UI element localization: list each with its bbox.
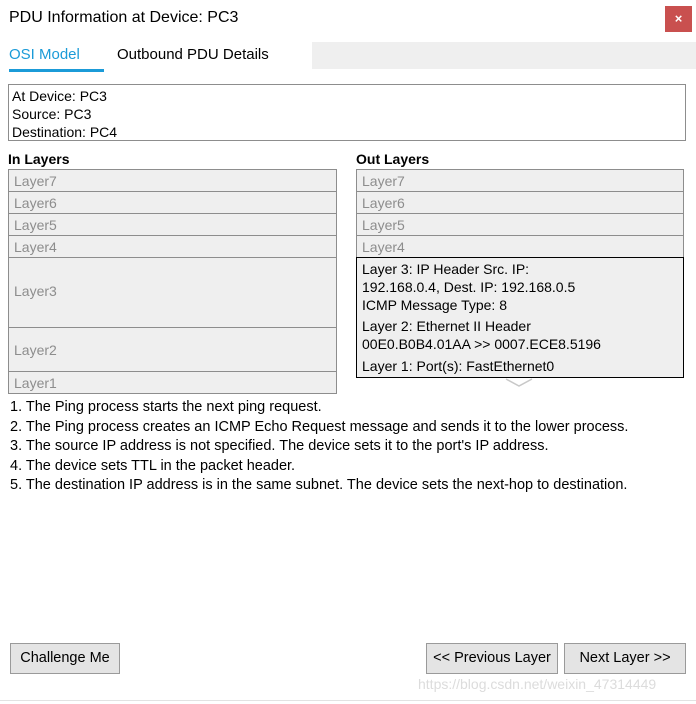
step-description-item: 2. The Ping process creates an ICMP Echo… <box>10 418 629 435</box>
in-layer-row[interactable]: Layer1 <box>8 371 337 394</box>
out-layer-row-layer2[interactable]: Layer 2: Ethernet II Header 00E0.B0B4.01… <box>356 315 684 355</box>
out-layer-line: Layer 3: IP Header Src. IP: <box>362 261 530 277</box>
in-layer-row[interactable]: Layer4 <box>8 235 337 257</box>
in-layers-list: Layer7 Layer6 Layer5 Layer4 Layer3 Layer… <box>8 169 337 394</box>
out-layers-heading: Out Layers <box>356 151 430 167</box>
info-at-device: At Device: PC3 <box>12 88 107 104</box>
out-layer-row[interactable]: Layer4 <box>356 235 684 257</box>
out-layer-line: Layer7 <box>362 173 405 189</box>
step-description-item: 1. The Ping process starts the next ping… <box>10 399 322 415</box>
step-description-item: 4. The device sets TTL in the packet hea… <box>10 457 296 474</box>
next-layer-button[interactable]: Next Layer >> <box>564 643 686 674</box>
step-description-list: 1. The Ping process starts the next ping… <box>10 398 686 496</box>
info-source: Source: PC3 <box>12 106 92 122</box>
page-title: PDU Information at Device: PC3 <box>9 9 239 26</box>
out-layer-line: Layer6 <box>362 195 405 211</box>
tab-outbound-pdu-details[interactable]: Outbound PDU Details <box>117 42 302 69</box>
out-layer-line: 00E0.B0B4.01AA >> 0007.ECE8.5196 <box>362 336 601 352</box>
previous-layer-button[interactable]: << Previous Layer <box>426 643 558 674</box>
step-description-item: 3. The source IP address is not specifie… <box>10 438 549 454</box>
out-layer-line: Layer4 <box>362 239 405 255</box>
challenge-me-button[interactable]: Challenge Me <box>10 643 120 674</box>
chevron-down-icon[interactable] <box>505 374 533 387</box>
out-layer-row[interactable]: Layer6 <box>356 191 684 213</box>
in-layers-heading: In Layers <box>8 151 70 167</box>
in-layer-row[interactable]: Layer6 <box>8 191 337 213</box>
window-titlebar: PDU Information at Device: PC3 × <box>0 0 696 38</box>
in-layer-row[interactable]: Layer2 <box>8 327 337 371</box>
out-layer-row-layer3[interactable]: Layer 3: IP Header Src. IP: 192.168.0.4,… <box>356 257 684 315</box>
tab-osi-model[interactable]: OSI Model <box>9 42 104 72</box>
step-description-item: 5. The destination IP address is in the … <box>10 477 628 493</box>
info-destination: Destination: PC4 <box>12 124 118 140</box>
watermark: https://blog.csdn.net/weixin_47314449 <box>418 676 657 692</box>
out-layer-line: Layer 1: Port(s): FastEthernet0 <box>362 358 555 374</box>
in-layer-row[interactable]: Layer7 <box>8 169 337 191</box>
tab-bar-filler <box>312 42 696 69</box>
in-layer-row[interactable]: Layer5 <box>8 213 337 235</box>
out-layer-line: ICMP Message Type: 8 <box>362 297 507 313</box>
out-layer-row[interactable]: Layer5 <box>356 213 684 235</box>
out-layer-line: 192.168.0.4, Dest. IP: 192.168.0.5 <box>362 279 576 295</box>
out-layer-row[interactable]: Layer7 <box>356 169 684 191</box>
out-layer-line: Layer5 <box>362 217 405 233</box>
in-layer-row[interactable]: Layer3 <box>8 257 337 327</box>
out-layer-line: Layer 2: Ethernet II Header <box>362 318 531 334</box>
tab-bar: OSI Model Outbound PDU Details <box>0 40 696 72</box>
close-icon[interactable]: × <box>665 6 692 32</box>
out-layers-list: Layer7 Layer6 Layer5 Layer4 Layer 3: IP … <box>356 169 684 378</box>
bottom-divider <box>0 700 696 701</box>
device-info-box: At Device: PC3 Source: PC3 Destination: … <box>8 84 686 141</box>
